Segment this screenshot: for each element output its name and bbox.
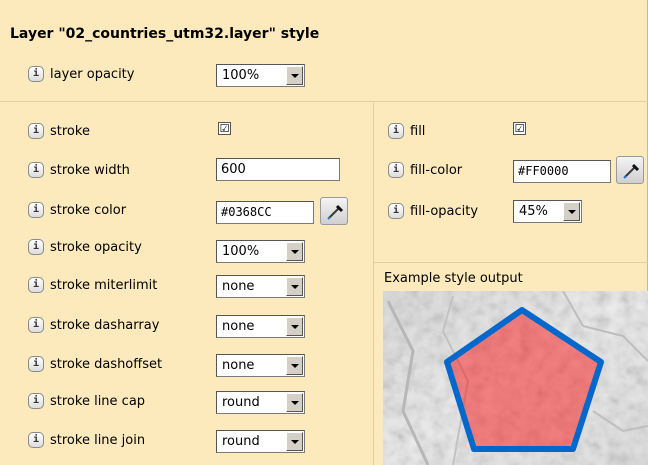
fill-row: i fill	[388, 119, 425, 143]
stroke-color-label: stroke color	[50, 202, 127, 218]
info-icon[interactable]: i	[28, 162, 44, 178]
stroke-width-row: i stroke width	[28, 158, 130, 182]
stroke-dasharray-value: none	[222, 319, 255, 334]
fill-color-row: i fill-color	[388, 158, 462, 182]
chevron-down-icon[interactable]	[286, 277, 303, 296]
stroke-dasharray-row: i stroke dasharray	[28, 313, 159, 337]
fill-label: fill	[410, 123, 426, 139]
stroke-linejoin-label: stroke line join	[50, 432, 146, 448]
stroke-label: stroke	[50, 123, 90, 139]
stroke-width-label: stroke width	[50, 162, 130, 178]
divider	[0, 101, 648, 102]
stroke-opacity-value: 100%	[222, 244, 260, 259]
info-icon[interactable]: i	[28, 277, 44, 293]
info-icon[interactable]: i	[28, 393, 44, 409]
fill-checkbox[interactable]: ☑	[513, 122, 526, 135]
stroke-checkbox[interactable]: ☑	[218, 122, 231, 135]
chevron-down-icon[interactable]	[286, 66, 303, 85]
chevron-down-icon[interactable]	[286, 356, 303, 375]
divider	[373, 101, 374, 465]
chevron-down-icon[interactable]	[286, 393, 303, 412]
stroke-linecap-select[interactable]: round	[216, 391, 305, 414]
fill-color-label: fill-color	[410, 162, 463, 178]
stroke-color-input[interactable]: #0368CC	[216, 201, 314, 224]
stroke-dashoffset-select[interactable]: none	[216, 354, 305, 377]
stroke-linejoin-value: round	[222, 434, 260, 449]
stroke-opacity-select[interactable]: 100%	[216, 240, 305, 263]
stroke-linecap-value: round	[222, 395, 260, 410]
info-icon[interactable]: i	[28, 317, 44, 333]
stroke-dashoffset-label: stroke dashoffset	[50, 356, 163, 372]
eyedropper-icon	[327, 204, 344, 220]
info-icon[interactable]: i	[388, 162, 404, 178]
stroke-miterlimit-label: stroke miterlimit	[50, 277, 158, 293]
example-style-preview	[383, 291, 648, 465]
stroke-dasharray-label: stroke dasharray	[50, 317, 160, 333]
layer-style-panel: Layer "02_countries_utm32.layer" style i…	[0, 0, 648, 465]
stroke-dasharray-select[interactable]: none	[216, 315, 305, 338]
info-icon[interactable]: i	[28, 239, 44, 255]
example-output-label: Example style output	[384, 271, 523, 286]
info-icon[interactable]: i	[388, 123, 404, 139]
stroke-opacity-row: i stroke opacity	[28, 235, 142, 259]
info-icon[interactable]: i	[28, 123, 44, 139]
info-icon[interactable]: i	[28, 202, 44, 218]
chevron-down-icon[interactable]	[563, 202, 580, 221]
layer-opacity-row: i layer opacity	[28, 62, 134, 86]
eyedropper-icon	[623, 163, 640, 179]
stroke-width-input[interactable]: 600	[216, 158, 340, 181]
stroke-color-row: i stroke color	[28, 198, 126, 222]
stroke-linejoin-row: i stroke line join	[28, 428, 145, 452]
stroke-linejoin-select[interactable]: round	[216, 430, 305, 453]
fill-opacity-label: fill-opacity	[410, 203, 479, 219]
info-icon[interactable]: i	[28, 432, 44, 448]
divider	[373, 262, 648, 263]
layer-opacity-select[interactable]: 100%	[216, 64, 305, 87]
stroke-opacity-label: stroke opacity	[50, 239, 142, 255]
info-icon[interactable]: i	[28, 356, 44, 372]
stroke-dashoffset-row: i stroke dashoffset	[28, 352, 162, 376]
chevron-down-icon[interactable]	[286, 432, 303, 451]
stroke-miterlimit-value: none	[222, 279, 255, 294]
stroke-row: i stroke	[28, 119, 90, 143]
stroke-miterlimit-select[interactable]: none	[216, 275, 305, 298]
panel-title: Layer "02_countries_utm32.layer" style	[10, 26, 320, 42]
layer-opacity-label: layer opacity	[50, 66, 135, 82]
fill-opacity-select[interactable]: 45%	[513, 200, 582, 223]
fill-color-input[interactable]: #FF0000	[513, 160, 611, 183]
info-icon[interactable]: i	[388, 203, 404, 219]
fill-opacity-row: i fill-opacity	[388, 199, 478, 223]
layer-opacity-value: 100%	[222, 68, 260, 83]
stroke-miterlimit-row: i stroke miterlimit	[28, 273, 157, 297]
stroke-dashoffset-value: none	[222, 358, 255, 373]
eyedropper-button[interactable]	[616, 156, 644, 184]
eyedropper-button[interactable]	[320, 197, 348, 225]
chevron-down-icon[interactable]	[286, 242, 303, 261]
stroke-linecap-label: stroke line cap	[50, 393, 146, 409]
chevron-down-icon[interactable]	[286, 317, 303, 336]
stroke-linecap-row: i stroke line cap	[28, 389, 145, 413]
terrain-preview-image	[383, 291, 648, 465]
info-icon[interactable]: i	[28, 66, 44, 82]
fill-opacity-value: 45%	[519, 204, 548, 219]
